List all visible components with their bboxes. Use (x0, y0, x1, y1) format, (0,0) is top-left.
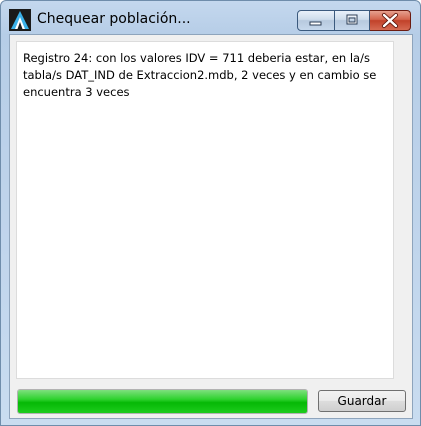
close-icon (382, 13, 398, 28)
caption-buttons (297, 10, 411, 31)
title-bar[interactable]: Chequear población... (1, 1, 420, 35)
message-panel[interactable]: Registro 24: con los valores IDV = 711 d… (16, 41, 394, 379)
close-button[interactable] (370, 10, 411, 31)
maximize-icon (346, 14, 358, 25)
progress-fill (18, 390, 307, 413)
progress-bar (17, 389, 308, 414)
minimize-button[interactable] (297, 10, 335, 31)
app-logo-icon (9, 9, 31, 31)
window-title: Chequear población... (37, 11, 191, 27)
save-button[interactable]: Guardar (318, 390, 406, 412)
dialog-window: Chequear población... Registro 24: con l… (0, 0, 421, 426)
maximize-button[interactable] (335, 10, 370, 31)
minimize-icon (309, 21, 322, 26)
message-text: Registro 24: con los valores IDV = 711 d… (23, 51, 377, 99)
dialog-client-area: Registro 24: con los valores IDV = 711 d… (9, 34, 413, 419)
